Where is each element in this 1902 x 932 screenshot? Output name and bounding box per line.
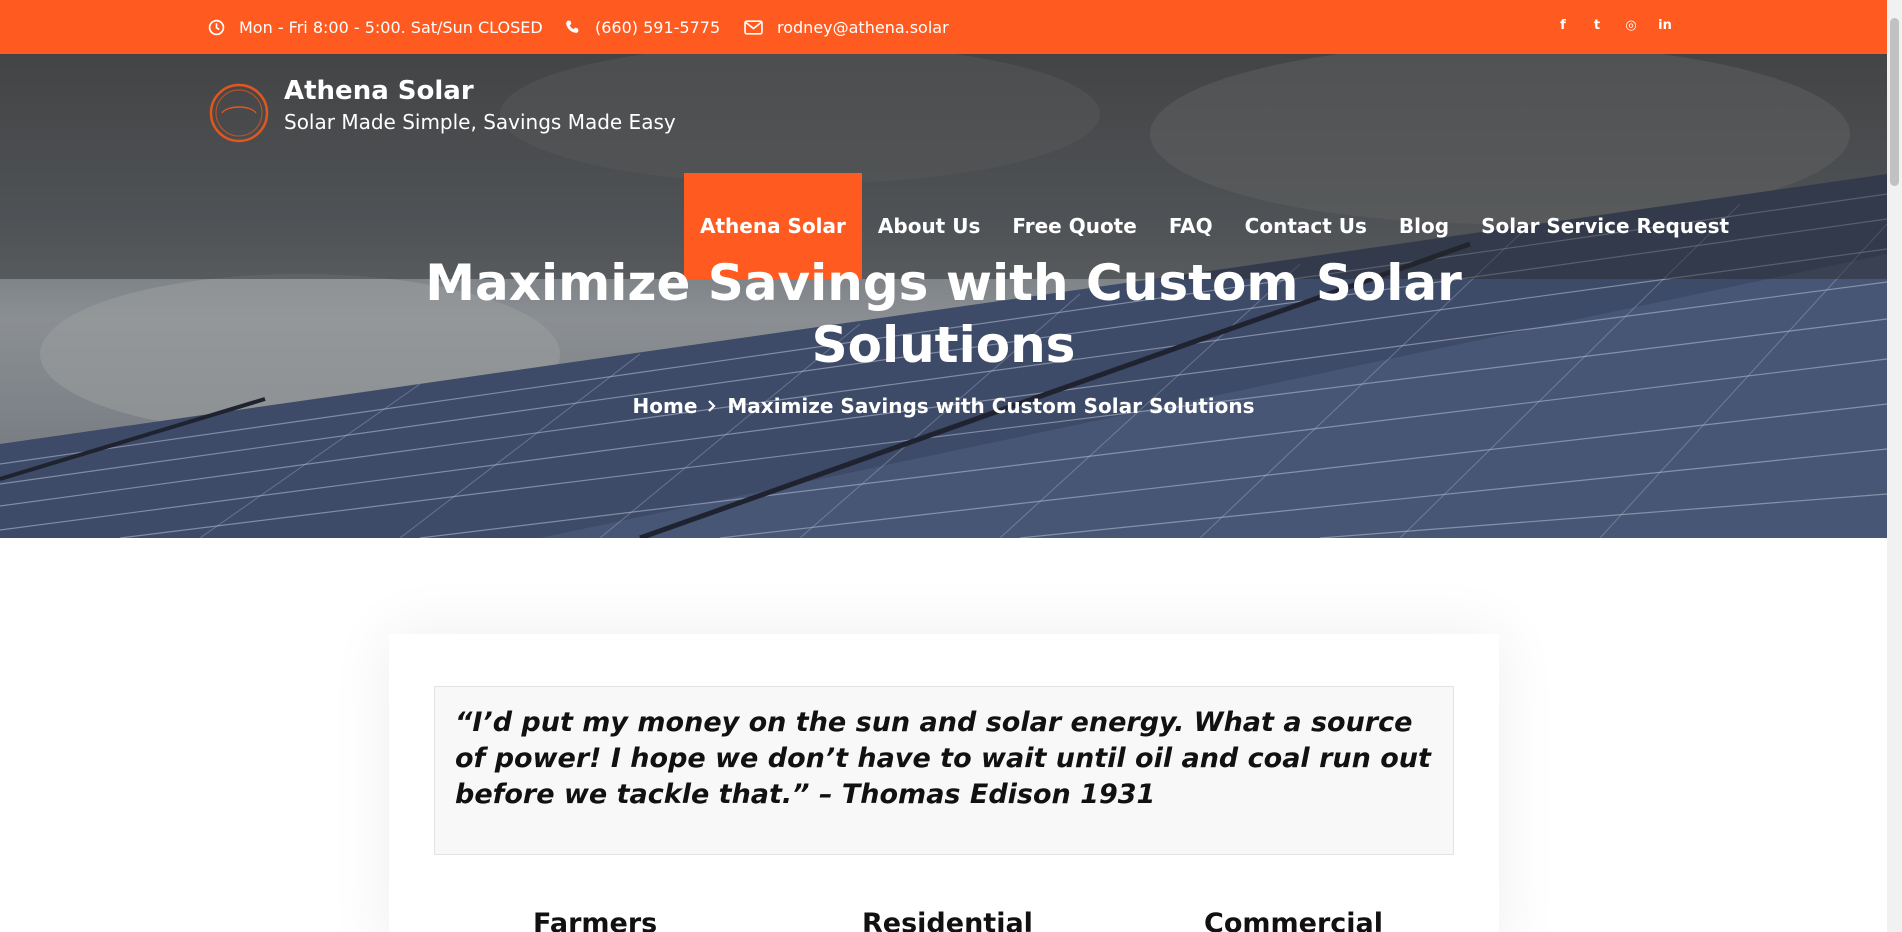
column-heading-farmers: Farmers xyxy=(533,908,658,932)
phone-text[interactable]: (660) 591-5775 xyxy=(595,18,720,37)
scrollbar-thumb[interactable] xyxy=(1890,18,1899,186)
page-title-line1: Maximize Savings with Custom Solar xyxy=(425,254,1462,312)
linkedin-icon[interactable]: in xyxy=(1648,14,1682,36)
site-tagline: Solar Made Simple, Savings Made Easy xyxy=(284,110,676,134)
site-title[interactable]: Athena Solar xyxy=(284,76,474,106)
social-links: f t ◎ in xyxy=(1546,14,1682,36)
column-heading-residential: Residential xyxy=(862,908,1033,932)
twitter-icon[interactable]: t xyxy=(1580,14,1614,36)
facebook-icon[interactable]: f xyxy=(1546,14,1580,36)
phone-contact[interactable]: (660) 591-5775 xyxy=(564,0,720,54)
email-contact[interactable]: rodney@athena.solar xyxy=(744,0,949,54)
breadcrumb: Home Maximize Savings with Custom Solar … xyxy=(0,394,1887,418)
hours-text: Mon - Fri 8:00 - 5:00. Sat/Sun CLOSED xyxy=(239,17,543,37)
quote-text: “I’d put my money on the sun and solar e… xyxy=(455,707,1431,810)
content-card: “I’d put my money on the sun and solar e… xyxy=(389,634,1499,932)
logo-icon[interactable] xyxy=(208,82,270,144)
instagram-icon[interactable]: ◎ xyxy=(1614,14,1648,36)
clock-icon xyxy=(208,19,225,35)
page-scrollbar[interactable] xyxy=(1887,0,1902,932)
breadcrumb-current: Maximize Savings with Custom Solar Solut… xyxy=(727,394,1255,418)
edison-quote: “I’d put my money on the sun and solar e… xyxy=(434,686,1454,855)
business-hours: Mon - Fri 8:00 - 5:00. Sat/Sun CLOSED xyxy=(208,0,543,54)
email-text[interactable]: rodney@athena.solar xyxy=(777,18,949,37)
breadcrumb-home[interactable]: Home xyxy=(633,394,698,418)
column-heading-commercial: Commercial xyxy=(1204,908,1383,932)
top-info-bar: Mon - Fri 8:00 - 5:00. Sat/Sun CLOSED (6… xyxy=(0,0,1887,54)
envelope-icon xyxy=(744,19,763,35)
chevron-right-icon xyxy=(708,400,716,412)
phone-icon xyxy=(566,20,579,33)
page-title: Maximize Savings with Custom Solar Solut… xyxy=(0,252,1887,376)
page-title-line2: Solutions xyxy=(811,316,1076,374)
hero-banner: Athena Solar Solar Made Simple, Savings … xyxy=(0,54,1887,538)
